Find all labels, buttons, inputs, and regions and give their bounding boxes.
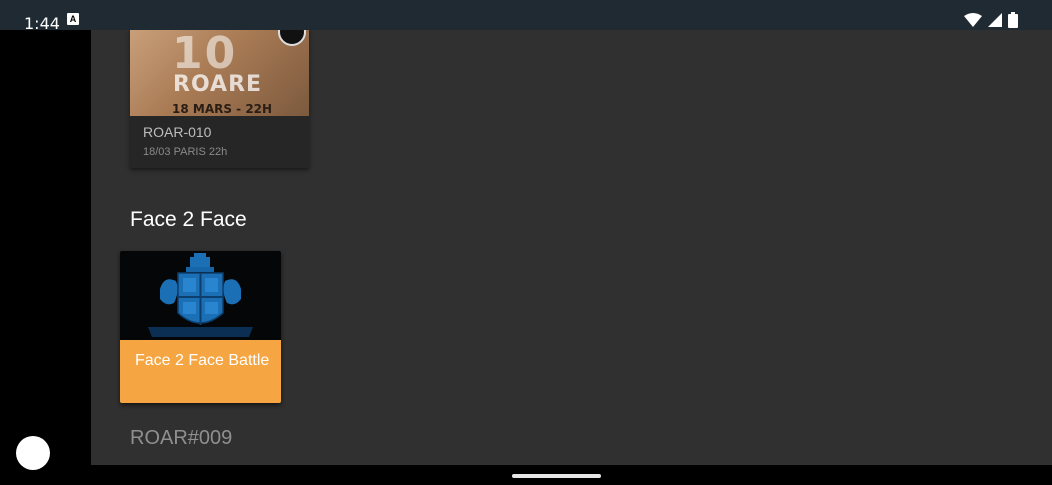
poster-date: 18 MARS - 22H	[172, 102, 273, 116]
event-title: ROAR-010	[143, 124, 212, 140]
event-title: Face 2 Face Battle	[135, 352, 270, 369]
notification-a-icon: A	[67, 13, 79, 25]
battery-icon	[1008, 12, 1018, 28]
status-bar: 1:44 A	[0, 0, 1052, 33]
poster-word: ROARE	[173, 72, 263, 97]
section-title-face-2-face: Face 2 Face	[130, 208, 247, 231]
left-strip	[0, 30, 91, 485]
crest-icon	[148, 253, 253, 337]
navigation-handle[interactable]	[512, 474, 601, 478]
event-subtitle: 18/03 PARIS 22h	[143, 146, 228, 158]
club-badge-icon	[278, 30, 306, 46]
event-card-roar-010[interactable]: 10 ROARE 18 MARS - 22H ROAR-010 18/03 PA…	[130, 30, 309, 168]
cell-signal-icon	[988, 13, 1002, 27]
content-list[interactable]: 10 ROARE 18 MARS - 22H ROAR-010 18/03 PA…	[91, 30, 1052, 465]
crest-image	[120, 251, 281, 340]
wifi-icon	[964, 13, 982, 27]
event-poster-image: 10 ROARE 18 MARS - 22H	[130, 30, 309, 116]
card-label-bar: Face 2 Face Battle	[120, 340, 281, 403]
floating-circle-button[interactable]	[16, 436, 50, 470]
section-title-roar-009: ROAR#009	[130, 427, 233, 449]
event-card-face-2-face-battle[interactable]: Face 2 Face Battle	[120, 251, 281, 403]
status-icons	[964, 12, 1018, 28]
